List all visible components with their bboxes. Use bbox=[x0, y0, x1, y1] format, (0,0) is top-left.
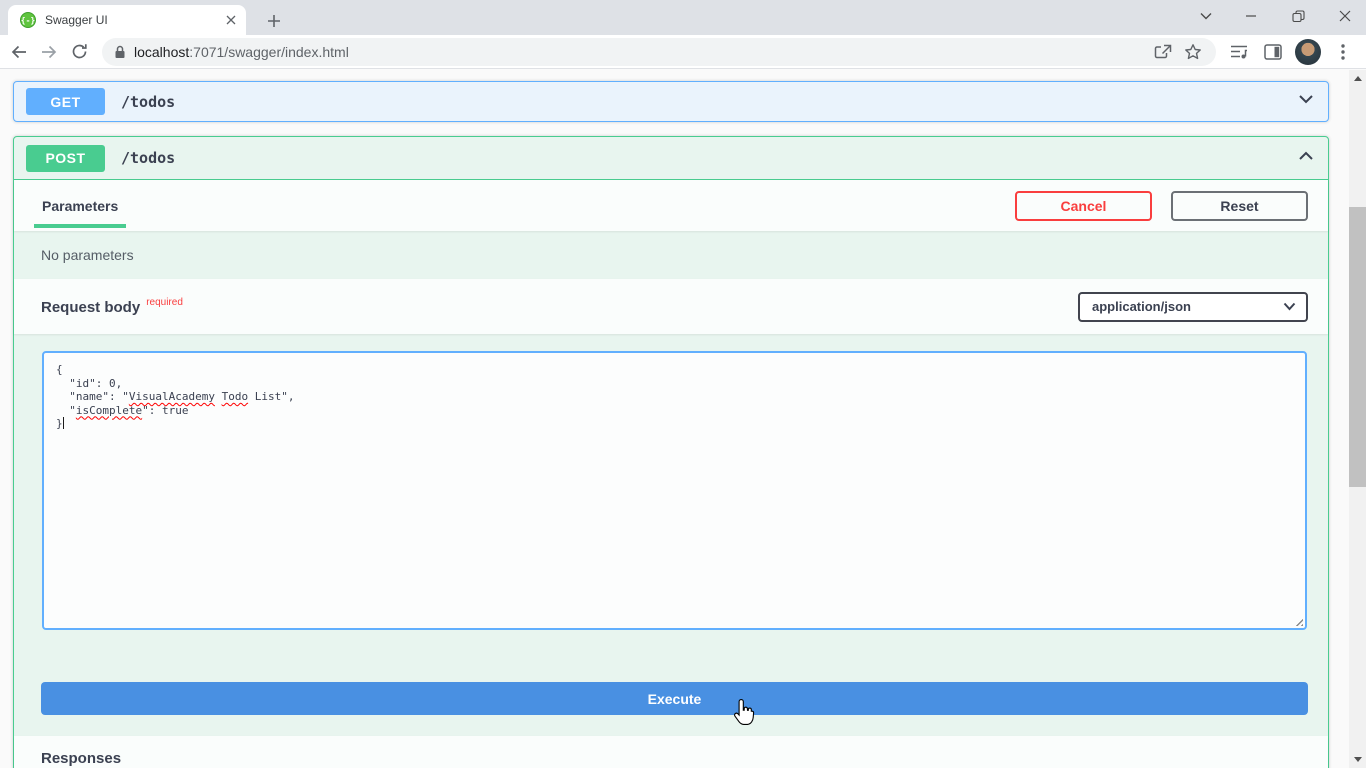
window-restore-icon[interactable] bbox=[1278, 0, 1318, 32]
opblock-post-todos: POST /todos Parameters Cancel Reset No p… bbox=[13, 136, 1329, 768]
window-controls bbox=[1231, 0, 1366, 35]
tab-close-icon[interactable] bbox=[226, 15, 236, 25]
scroll-down-arrow-icon[interactable] bbox=[1349, 751, 1366, 768]
resize-grip[interactable] bbox=[1293, 616, 1303, 626]
post-method-badge: POST bbox=[26, 145, 105, 172]
request-body-section-header: Request bodyrequired application/json bbox=[14, 279, 1328, 334]
page-scrollbar[interactable] bbox=[1349, 70, 1366, 768]
parameters-section-header: Parameters Cancel Reset bbox=[14, 180, 1328, 231]
post-opblock-header[interactable]: POST /todos bbox=[14, 137, 1328, 180]
chevron-up-icon[interactable] bbox=[1296, 146, 1316, 171]
swagger-favicon-icon: {-} bbox=[20, 12, 36, 28]
request-body-editor[interactable]: { "id": 0, "name": "VisualAcademy Todo L… bbox=[42, 351, 1307, 630]
scrollbar-thumb[interactable] bbox=[1349, 207, 1366, 487]
window-minimize-icon[interactable] bbox=[1231, 0, 1271, 32]
side-panel-icon[interactable] bbox=[1260, 39, 1286, 65]
share-icon[interactable] bbox=[1150, 39, 1176, 65]
kebab-menu-icon[interactable] bbox=[1330, 39, 1356, 65]
post-endpoint-path: /todos bbox=[121, 149, 1296, 167]
url-text: localhost:7071/swagger/index.html bbox=[134, 44, 1148, 60]
required-label: required bbox=[146, 297, 183, 308]
url-host: localhost bbox=[134, 44, 189, 60]
window-close-icon[interactable] bbox=[1325, 0, 1365, 32]
media-controls-icon[interactable] bbox=[1226, 39, 1252, 65]
request-body-json: { "id": 0, "name": "VisualAcademy Todo L… bbox=[56, 363, 1293, 431]
bookmark-star-icon[interactable] bbox=[1180, 39, 1206, 65]
reset-button[interactable]: Reset bbox=[1171, 191, 1308, 221]
responses-section-header: Responses bbox=[14, 736, 1328, 768]
execute-button[interactable]: Execute bbox=[41, 682, 1308, 715]
address-bar[interactable]: localhost:7071/swagger/index.html bbox=[102, 38, 1216, 66]
request-body-editor-area: { "id": 0, "name": "VisualAcademy Todo L… bbox=[14, 334, 1328, 630]
lock-icon[interactable] bbox=[114, 45, 126, 59]
opblock-get-todos[interactable]: GET /todos bbox=[13, 81, 1329, 122]
tab-title: Swagger UI bbox=[45, 13, 226, 27]
new-tab-button[interactable] bbox=[262, 9, 286, 33]
swagger-page: GET /todos POST /todos Parameters Cancel… bbox=[0, 70, 1349, 768]
url-path: :7071/swagger/index.html bbox=[189, 44, 349, 60]
profile-avatar[interactable] bbox=[1295, 39, 1321, 65]
request-body-title: Request bodyrequired bbox=[41, 297, 183, 317]
content-type-select[interactable]: application/json bbox=[1078, 292, 1308, 322]
browser-toolbar: localhost:7071/swagger/index.html bbox=[0, 35, 1366, 69]
responses-title: Responses bbox=[41, 750, 121, 767]
browser-tab[interactable]: {-} Swagger UI bbox=[8, 5, 246, 35]
back-icon[interactable] bbox=[6, 39, 32, 65]
scroll-up-arrow-icon[interactable] bbox=[1349, 70, 1366, 87]
toolbar-right-icons bbox=[1222, 39, 1360, 65]
get-endpoint-path: /todos bbox=[121, 93, 1296, 111]
refresh-icon[interactable] bbox=[66, 39, 92, 65]
content-type-value: application/json bbox=[1092, 299, 1191, 314]
select-chevron-down-icon bbox=[1283, 302, 1296, 311]
chevron-down-icon[interactable] bbox=[1296, 89, 1316, 114]
forward-icon[interactable] bbox=[36, 39, 62, 65]
browser-tab-bar: {-} Swagger UI bbox=[0, 0, 1366, 35]
cancel-button[interactable]: Cancel bbox=[1015, 191, 1152, 221]
tab-search-chevron-icon[interactable] bbox=[1186, 0, 1226, 32]
get-method-badge: GET bbox=[26, 88, 105, 115]
no-parameters-text: No parameters bbox=[14, 231, 1328, 279]
tab-parameters[interactable]: Parameters bbox=[34, 198, 126, 214]
